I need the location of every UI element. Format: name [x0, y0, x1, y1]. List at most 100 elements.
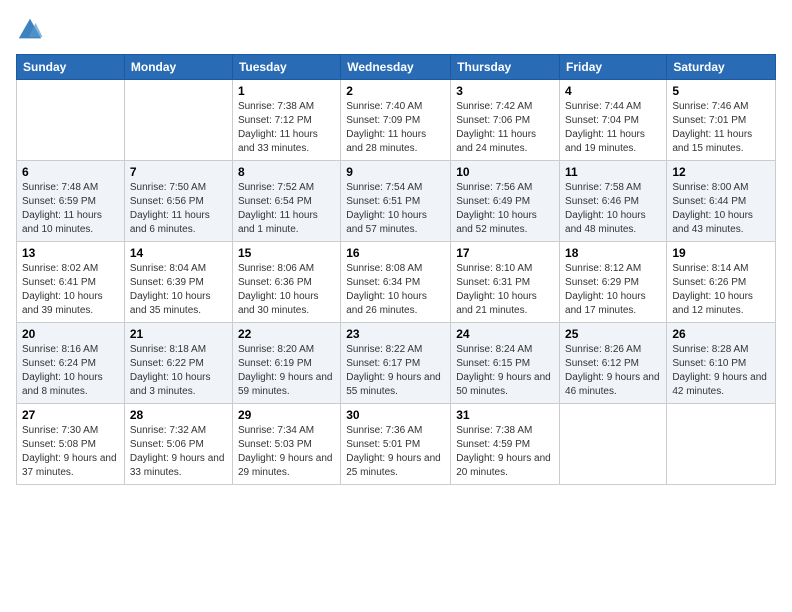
day-number: 10 — [456, 165, 554, 179]
calendar-cell: 22Sunrise: 8:20 AM Sunset: 6:19 PM Dayli… — [232, 323, 340, 404]
calendar-cell: 30Sunrise: 7:36 AM Sunset: 5:01 PM Dayli… — [341, 404, 451, 485]
day-number: 3 — [456, 84, 554, 98]
calendar-table: SundayMondayTuesdayWednesdayThursdayFrid… — [16, 54, 776, 485]
calendar-cell: 27 Sunrise: 7:30 AM Sunset: 5:08 PM Dayli… — [17, 404, 125, 485]
week-row-3: 13 Sunrise: 8:02 AM Sunset: 6:41 PM Dayli… — [17, 242, 776, 323]
day-info: Sunrise: 8:10 AM Sunset: 6:31 PM Dayligh… — [456, 262, 554, 318]
day-info: Sunrise: 8:24 AM Sunset: 6:15 PM Dayligh… — [456, 343, 554, 399]
calendar-cell: 7 Sunrise: 7:50 AM Sunset: 6:56 PM Daylig… — [124, 161, 232, 242]
header-day-tuesday: Tuesday — [232, 55, 340, 80]
calendar-cell: 13 Sunrise: 8:02 AM Sunset: 6:41 PM Dayli… — [17, 242, 125, 323]
day-info: Sunrise: 8:22 AM Sunset: 6:17 PM Dayligh… — [346, 343, 445, 399]
calendar-cell: 16 Sunrise: 8:08 AM Sunset: 6:34 PM Dayli… — [341, 242, 451, 323]
day-number: 30 — [346, 408, 445, 422]
day-number: 19 — [672, 246, 770, 260]
calendar-cell: 18 Sunrise: 8:12 AM Sunset: 6:29 PM Dayli… — [560, 242, 667, 323]
calendar-cell: 25 Sunrise: 8:26 AM Sunset: 6:12 PM Dayli… — [560, 323, 667, 404]
day-number: 12 — [672, 165, 770, 179]
calendar-cell — [124, 80, 232, 161]
day-info: Sunrise: 7:30 AM Sunset: 5:08 PM Dayligh… — [22, 424, 119, 480]
calendar-cell: 19 Sunrise: 8:14 AM Sunset: 6:26 PM Dayli… — [667, 242, 776, 323]
day-number: 25 — [565, 327, 661, 341]
day-number: 26 — [672, 327, 770, 341]
calendar-cell: 21Sunrise: 8:18 AM Sunset: 6:22 PM Dayli… — [124, 323, 232, 404]
calendar-cell: 6Sunrise: 7:48 AM Sunset: 6:59 PM Daylig… — [17, 161, 125, 242]
day-info: Sunrise: 7:38 AM Sunset: 7:12 PM Dayligh… — [238, 100, 335, 156]
calendar-cell — [667, 404, 776, 485]
day-number: 27 — [22, 408, 119, 422]
calendar-cell: 2Sunrise: 7:40 AM Sunset: 7:09 PM Daylig… — [341, 80, 451, 161]
week-row-1: 1 Sunrise: 7:38 AM Sunset: 7:12 PM Daylig… — [17, 80, 776, 161]
day-info: Sunrise: 8:08 AM Sunset: 6:34 PM Dayligh… — [346, 262, 445, 318]
page-header — [16, 16, 776, 44]
day-info: Sunrise: 8:26 AM Sunset: 6:12 PM Dayligh… — [565, 343, 661, 399]
day-info: Sunrise: 7:38 AM Sunset: 4:59 PM Dayligh… — [456, 424, 554, 480]
logo-icon — [16, 16, 44, 44]
day-number: 13 — [22, 246, 119, 260]
calendar-cell: 10 Sunrise: 7:56 AM Sunset: 6:49 PM Dayli… — [451, 161, 560, 242]
day-info: Sunrise: 8:14 AM Sunset: 6:26 PM Dayligh… — [672, 262, 770, 318]
calendar-body: 1 Sunrise: 7:38 AM Sunset: 7:12 PM Daylig… — [17, 80, 776, 485]
day-number: 11 — [565, 165, 661, 179]
calendar-cell: 20Sunrise: 8:16 AM Sunset: 6:24 PM Dayli… — [17, 323, 125, 404]
calendar-cell: 4 Sunrise: 7:44 AM Sunset: 7:04 PM Daylig… — [560, 80, 667, 161]
header-day-saturday: Saturday — [667, 55, 776, 80]
day-info: Sunrise: 8:04 AM Sunset: 6:39 PM Dayligh… — [130, 262, 227, 318]
day-number: 8 — [238, 165, 335, 179]
logo — [16, 16, 46, 44]
header-row: SundayMondayTuesdayWednesdayThursdayFrid… — [17, 55, 776, 80]
day-info: Sunrise: 7:56 AM Sunset: 6:49 PM Dayligh… — [456, 181, 554, 237]
day-info: Sunrise: 7:34 AM Sunset: 5:03 PM Dayligh… — [238, 424, 335, 480]
day-info: Sunrise: 7:50 AM Sunset: 6:56 PM Dayligh… — [130, 181, 227, 237]
calendar-cell: 14 Sunrise: 8:04 AM Sunset: 6:39 PM Dayli… — [124, 242, 232, 323]
calendar-cell: 23 Sunrise: 8:22 AM Sunset: 6:17 PM Dayli… — [341, 323, 451, 404]
day-number: 1 — [238, 84, 335, 98]
week-row-5: 27 Sunrise: 7:30 AM Sunset: 5:08 PM Dayli… — [17, 404, 776, 485]
calendar-cell: 26 Sunrise: 8:28 AM Sunset: 6:10 PM Dayli… — [667, 323, 776, 404]
day-info: Sunrise: 7:58 AM Sunset: 6:46 PM Dayligh… — [565, 181, 661, 237]
calendar-cell — [17, 80, 125, 161]
week-row-4: 20Sunrise: 8:16 AM Sunset: 6:24 PM Dayli… — [17, 323, 776, 404]
calendar-cell — [560, 404, 667, 485]
calendar-cell: 15 Sunrise: 8:06 AM Sunset: 6:36 PM Dayli… — [232, 242, 340, 323]
calendar-cell: 9 Sunrise: 7:54 AM Sunset: 6:51 PM Daylig… — [341, 161, 451, 242]
day-info: Sunrise: 8:28 AM Sunset: 6:10 PM Dayligh… — [672, 343, 770, 399]
day-info: Sunrise: 8:16 AM Sunset: 6:24 PM Dayligh… — [22, 343, 119, 399]
day-info: Sunrise: 7:42 AM Sunset: 7:06 PM Dayligh… — [456, 100, 554, 156]
day-number: 9 — [346, 165, 445, 179]
day-number: 29 — [238, 408, 335, 422]
calendar-cell: 12 Sunrise: 8:00 AM Sunset: 6:44 PM Dayli… — [667, 161, 776, 242]
day-number: 21 — [130, 327, 227, 341]
week-row-2: 6Sunrise: 7:48 AM Sunset: 6:59 PM Daylig… — [17, 161, 776, 242]
calendar-cell: 3 Sunrise: 7:42 AM Sunset: 7:06 PM Daylig… — [451, 80, 560, 161]
day-number: 17 — [456, 246, 554, 260]
day-number: 16 — [346, 246, 445, 260]
day-info: Sunrise: 8:02 AM Sunset: 6:41 PM Dayligh… — [22, 262, 119, 318]
calendar-cell: 8 Sunrise: 7:52 AM Sunset: 6:54 PM Daylig… — [232, 161, 340, 242]
day-info: Sunrise: 8:00 AM Sunset: 6:44 PM Dayligh… — [672, 181, 770, 237]
day-number: 4 — [565, 84, 661, 98]
day-number: 15 — [238, 246, 335, 260]
day-number: 28 — [130, 408, 227, 422]
header-day-friday: Friday — [560, 55, 667, 80]
calendar-cell: 5Sunrise: 7:46 AM Sunset: 7:01 PM Daylig… — [667, 80, 776, 161]
day-info: Sunrise: 8:06 AM Sunset: 6:36 PM Dayligh… — [238, 262, 335, 318]
day-info: Sunrise: 7:44 AM Sunset: 7:04 PM Dayligh… — [565, 100, 661, 156]
calendar-cell: 28Sunrise: 7:32 AM Sunset: 5:06 PM Dayli… — [124, 404, 232, 485]
calendar-cell: 29 Sunrise: 7:34 AM Sunset: 5:03 PM Dayli… — [232, 404, 340, 485]
day-number: 23 — [346, 327, 445, 341]
header-day-wednesday: Wednesday — [341, 55, 451, 80]
day-number: 18 — [565, 246, 661, 260]
calendar-header: SundayMondayTuesdayWednesdayThursdayFrid… — [17, 55, 776, 80]
day-info: Sunrise: 8:12 AM Sunset: 6:29 PM Dayligh… — [565, 262, 661, 318]
day-number: 7 — [130, 165, 227, 179]
day-info: Sunrise: 7:52 AM Sunset: 6:54 PM Dayligh… — [238, 181, 335, 237]
day-info: Sunrise: 7:46 AM Sunset: 7:01 PM Dayligh… — [672, 100, 770, 156]
day-number: 14 — [130, 246, 227, 260]
header-day-thursday: Thursday — [451, 55, 560, 80]
day-info: Sunrise: 7:54 AM Sunset: 6:51 PM Dayligh… — [346, 181, 445, 237]
calendar-cell: 24Sunrise: 8:24 AM Sunset: 6:15 PM Dayli… — [451, 323, 560, 404]
calendar-cell: 1 Sunrise: 7:38 AM Sunset: 7:12 PM Daylig… — [232, 80, 340, 161]
calendar-cell: 11 Sunrise: 7:58 AM Sunset: 6:46 PM Dayli… — [560, 161, 667, 242]
header-day-sunday: Sunday — [17, 55, 125, 80]
